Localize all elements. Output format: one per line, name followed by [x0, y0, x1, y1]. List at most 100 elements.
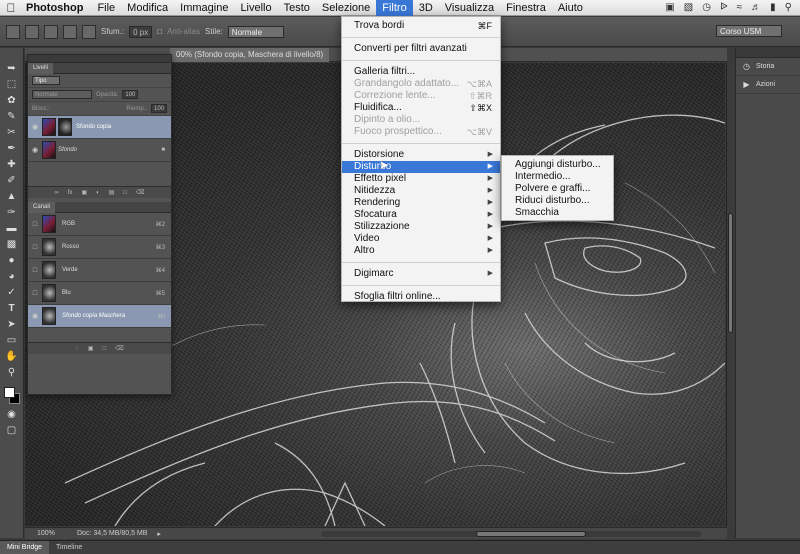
- menu-visualizza[interactable]: Visualizza: [439, 0, 500, 16]
- screen-mode-icon[interactable]: ▢: [5, 424, 19, 438]
- submenu-item-riduci-disturbo[interactable]: Riduci disturbo...: [502, 195, 613, 207]
- window-icon[interactable]: ▣: [665, 2, 674, 13]
- style-select[interactable]: Normale: [227, 25, 284, 38]
- drive-icon[interactable]: ▧: [684, 2, 693, 13]
- tab-mini-bridge[interactable]: Mini Bridge: [0, 540, 50, 554]
- feather-input[interactable]: 0 px: [129, 25, 153, 38]
- blend-mode-select[interactable]: Normale: [32, 90, 92, 99]
- zoom-tool-icon[interactable]: ⚲: [5, 366, 19, 380]
- menu-item-distorsione[interactable]: Distorsione ▶: [342, 149, 500, 161]
- menu-item-effetto-pixel[interactable]: Effetto pixel ▶: [342, 173, 500, 185]
- antialias-checkbox[interactable]: □: [157, 27, 162, 36]
- menu-item-converti-filtri-avanzati[interactable]: Converti per filtri avanzati: [342, 43, 500, 55]
- menu-item-video[interactable]: Video ▶: [342, 233, 500, 245]
- tab-timeline[interactable]: Timeline: [49, 541, 89, 554]
- tab-layers[interactable]: Livelli: [28, 62, 54, 74]
- group-icon[interactable]: ▤: [109, 189, 115, 196]
- menu-filtro[interactable]: Filtro: [376, 0, 413, 16]
- load-selection-icon[interactable]: ◌: [75, 346, 79, 352]
- gradient-tool-icon[interactable]: ▩: [5, 238, 19, 252]
- adjustment-icon[interactable]: ◐: [96, 190, 100, 196]
- tab-channels[interactable]: Canali: [28, 201, 56, 213]
- layer-row[interactable]: ◉ Sfondo copia: [28, 116, 171, 139]
- menu-selezione[interactable]: Selezione: [316, 0, 376, 16]
- timemachine-icon[interactable]: ◷: [702, 2, 711, 13]
- subtract-selection-button[interactable]: [63, 24, 77, 39]
- color-swatch[interactable]: [3, 386, 21, 406]
- app-name[interactable]: Photoshop: [22, 2, 91, 14]
- eye-icon[interactable]: ◉: [28, 123, 42, 131]
- add-selection-button[interactable]: [44, 24, 58, 39]
- intersect-selection-button[interactable]: [82, 24, 96, 39]
- foreground-color-swatch[interactable]: [3, 387, 15, 398]
- menu-item-sfocatura[interactable]: Sfocatura ▶: [342, 209, 500, 221]
- new-channel-icon[interactable]: □: [103, 346, 107, 352]
- menu-file[interactable]: File: [91, 0, 121, 16]
- menu-item-digimarc[interactable]: Digimarc ▶: [342, 268, 500, 280]
- new-selection-button[interactable]: [25, 24, 39, 39]
- eraser-tool-icon[interactable]: ▬: [5, 222, 19, 236]
- eye-icon[interactable]: □: [28, 290, 42, 297]
- menu-livello[interactable]: Livello: [234, 0, 277, 16]
- trash-icon[interactable]: ⌫: [136, 189, 144, 196]
- zoom-level[interactable]: 100%: [37, 530, 67, 537]
- marquee-tool-preset-button[interactable]: [6, 24, 20, 39]
- menu-item-rendering[interactable]: Rendering ▶: [342, 197, 500, 209]
- volume-icon[interactable]: ♬: [751, 2, 761, 13]
- battery-icon[interactable]: ▮: [770, 2, 776, 13]
- menu-modifica[interactable]: Modifica: [121, 0, 174, 16]
- menu-aiuto[interactable]: Aiuto: [552, 0, 589, 16]
- spotlight-icon[interactable]: ⚲: [785, 2, 792, 13]
- history-brush-tool-icon[interactable]: ✑: [5, 206, 19, 220]
- submenu-item-polvere-e-graffi[interactable]: Polvere e graffi...: [502, 183, 613, 195]
- channel-row[interactable]: □ Blu ⌘5: [28, 282, 171, 305]
- bluetooth-icon[interactable]: ᐉ: [720, 2, 728, 13]
- eye-icon[interactable]: □: [28, 267, 42, 274]
- submenu-item-smacchia[interactable]: Smacchia: [502, 207, 613, 219]
- link-icon[interactable]: ∞: [54, 190, 58, 196]
- submenu-item-aggiungi-disturbo[interactable]: Aggiungi disturbo...: [502, 159, 613, 171]
- save-selection-icon[interactable]: ▣: [88, 345, 94, 352]
- fx-icon[interactable]: fx: [68, 190, 73, 196]
- shape-tool-icon[interactable]: ▭: [5, 334, 19, 348]
- menu-item-nitidezza[interactable]: Nitidezza ▶: [342, 185, 500, 197]
- menu-item-trova-bordi[interactable]: Trova bordi ⌘F: [342, 20, 500, 32]
- clone-stamp-tool-icon[interactable]: ▲: [5, 190, 19, 204]
- menu-item-disturbo[interactable]: Disturbo ▶: [342, 161, 500, 173]
- horizontal-scroll-thumb[interactable]: [475, 530, 586, 537]
- apple-icon[interactable]: : [0, 1, 22, 15]
- menu-item-sfoglia-filtri-online[interactable]: Sfoglia filtri online...: [342, 291, 500, 303]
- layer-mask-thumbnail[interactable]: [58, 118, 72, 136]
- vertical-scrollbar[interactable]: [726, 63, 734, 526]
- menu-item-stilizzazione[interactable]: Stilizzazione ▶: [342, 221, 500, 233]
- channel-row[interactable]: □ RGB ⌘2: [28, 213, 171, 236]
- eye-icon[interactable]: □: [28, 244, 42, 251]
- channel-row[interactable]: ◉ Sfondo copia Maschera ⌘\: [28, 305, 171, 328]
- new-layer-icon[interactable]: □: [123, 190, 127, 196]
- menu-item-galleria-filtri[interactable]: Galleria filtri...: [342, 66, 500, 78]
- path-select-tool-icon[interactable]: ➤: [5, 318, 19, 332]
- menu-3d[interactable]: 3D: [413, 0, 439, 16]
- dock-item-history[interactable]: ◷ Storia: [736, 58, 800, 76]
- layer-filter-select[interactable]: Tipo: [32, 76, 60, 85]
- healing-brush-tool-icon[interactable]: ✚: [5, 158, 19, 172]
- channel-row[interactable]: □ Verde ⌘4: [28, 259, 171, 282]
- quick-mask-icon[interactable]: ◉: [5, 408, 19, 422]
- vertical-scroll-thumb[interactable]: [728, 213, 733, 333]
- brush-tool-icon[interactable]: ✐: [5, 174, 19, 188]
- wifi-icon[interactable]: ≈: [737, 2, 743, 13]
- eyedropper-tool-icon[interactable]: ✒: [5, 142, 19, 156]
- opacity-input[interactable]: 100: [122, 90, 139, 99]
- menu-item-altro[interactable]: Altro ▶: [342, 245, 500, 257]
- menu-testo[interactable]: Testo: [278, 0, 316, 16]
- dodge-tool-icon[interactable]: ◕: [5, 270, 19, 284]
- submenu-item-intermedio[interactable]: Intermedio...: [502, 171, 613, 183]
- type-tool-icon[interactable]: T: [5, 302, 19, 316]
- layer-row[interactable]: ◉ Sfondo ■: [28, 139, 171, 162]
- status-arrow-icon[interactable]: ▸: [157, 530, 161, 538]
- marquee-tool-icon[interactable]: ⬚: [5, 78, 19, 92]
- move-tool-icon[interactable]: ➥: [5, 62, 19, 76]
- trash-icon[interactable]: ⌫: [115, 345, 123, 352]
- eye-icon[interactable]: ◉: [28, 146, 42, 154]
- document-tab[interactable]: 00% (Sfondo copia, Maschera di livello/8…: [170, 48, 330, 62]
